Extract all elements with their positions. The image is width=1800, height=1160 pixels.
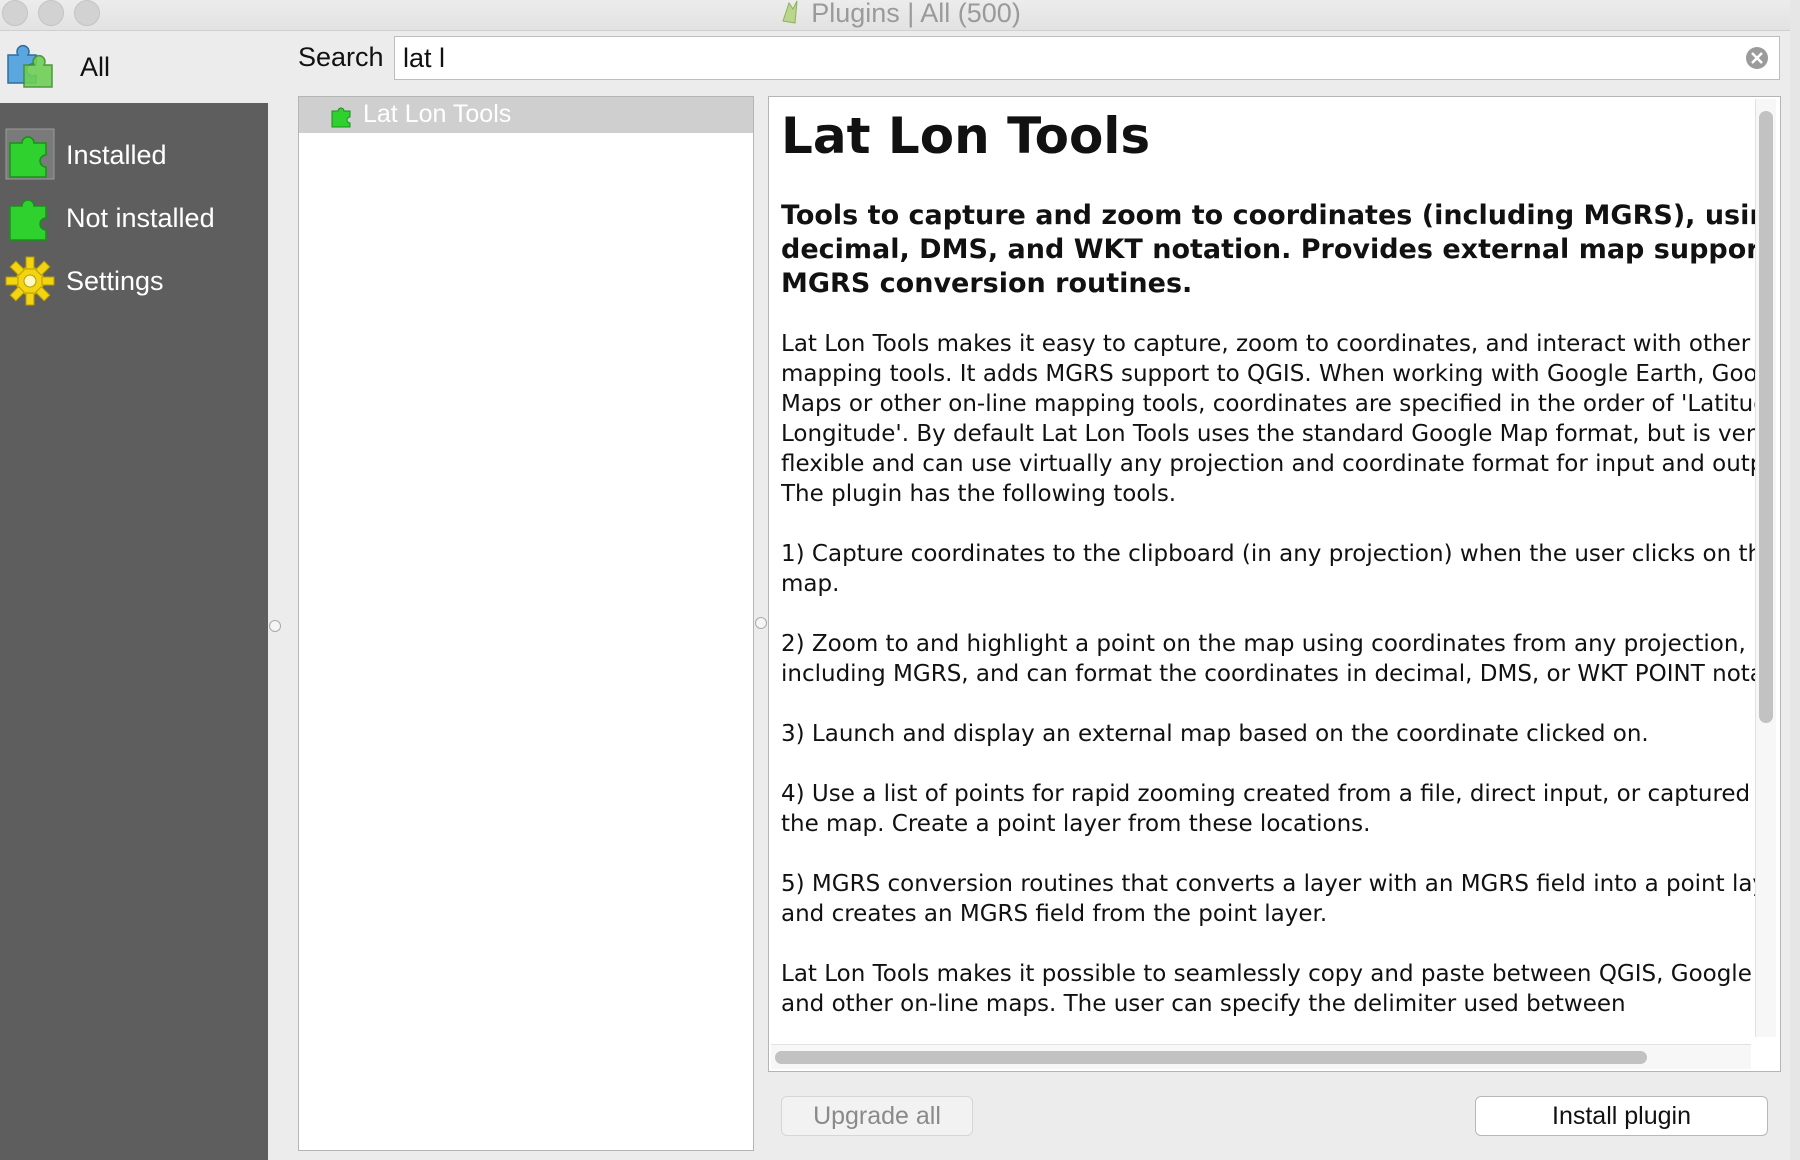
list-item[interactable]: Lat Lon Tools [299,97,753,133]
plugin-description-paragraph: 4) Use a list of points for rapid zoomin… [781,781,1761,837]
puzzle-blue-green-icon [7,45,53,88]
plugin-description-paragraph: 1) Capture coordinates to the clipboard … [781,541,1761,597]
plugin-description-paragraph: 3) Launch and display an external map ba… [781,721,1649,747]
plugin-details: Lat Lon Tools Tools to capture and zoom … [768,96,1781,1072]
plugin-description-paragraph: 5) MGRS conversion routines that convert… [781,871,1761,927]
search-input[interactable] [403,41,1723,75]
plugin-description-paragraph: Lat Lon Tools makes it possible to seaml… [781,961,1761,1017]
sidebar-item-label: Installed [66,139,167,170]
sidebar-item-label: Settings [66,265,164,296]
search-label: Search [298,42,384,72]
plugin-description-paragraph: Lat Lon Tools makes it easy to capture, … [781,331,1761,507]
install-plugin-button[interactable]: Install plugin [1475,1096,1768,1136]
sidebar-item-installed[interactable]: Installed [0,119,268,191]
plugin-list: Lat Lon Tools [298,96,754,1151]
gear-icon [5,256,55,306]
sidebar-item-all[interactable]: All [0,31,268,103]
puzzle-green-icon [9,199,47,241]
puzzle-green-icon [331,107,351,128]
window-edge [1790,0,1800,1160]
vertical-scrollbar[interactable] [1755,99,1776,1037]
plugin-details-content: Lat Lon Tools Tools to capture and zoom … [781,107,1761,1037]
plugin-description-paragraph: 2) Zoom to and highlight a point on the … [781,631,1761,687]
horizontal-scrollbar[interactable] [771,1044,1751,1069]
plugin-summary: Tools to capture and zoom to coordinates… [781,200,1761,299]
search-box [394,36,1780,80]
puzzle-installed-icon [5,128,55,180]
horizontal-scroll-thumb[interactable] [775,1051,1647,1064]
vertical-scroll-thumb[interactable] [1759,111,1773,723]
title-bar: Plugins | All (500) [0,0,1800,31]
qgis-icon [782,0,798,24]
clear-search-icon[interactable] [1745,46,1769,70]
list-splitter-handle[interactable] [755,617,767,629]
plugin-name: Lat Lon Tools [363,100,512,128]
sidebar-item-settings[interactable]: Settings [0,245,268,317]
sidebar-item-label: All [80,51,111,82]
sidebar-splitter-handle[interactable] [269,620,281,632]
upgrade-all-button[interactable]: Upgrade all [781,1096,973,1136]
sidebar-item-label: Not installed [66,202,215,233]
window-title-wrap: Plugins | All (500) [0,0,1800,29]
sidebar-item-not-installed[interactable]: Not installed [0,182,268,254]
category-sidebar: All Installed Not installed Settings [0,31,268,1160]
window-title: Plugins | All (500) [811,0,1021,28]
plugin-title: Lat Lon Tools [781,107,1151,165]
